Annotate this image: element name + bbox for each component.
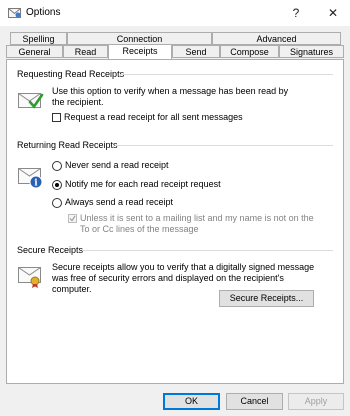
request-receipt-label[interactable]: Request a read receipt for all sent mess… [64,112,243,123]
cancel-button[interactable]: Cancel [226,393,283,410]
secure-receipts-button[interactable]: Secure Receipts... [219,290,314,307]
notify-label[interactable]: Notify me for each read receipt request [65,179,221,190]
envelope-secure-icon [18,265,44,291]
never-send-label[interactable]: Never send a read receipt [65,160,169,171]
requesting-separator [121,74,333,75]
unless-mailing-list-label[interactable]: Unless it is sent to a mailing list and … [80,213,318,235]
close-button[interactable]: ✕ [318,0,348,26]
tab-advanced[interactable]: Advanced [212,32,341,45]
envelope-info-icon: i [18,166,44,192]
unless-mailing-list-checkbox[interactable] [68,214,77,223]
tab-read[interactable]: Read [63,45,108,58]
tab-general[interactable]: General [6,45,63,58]
always-send-label[interactable]: Always send a read receipt [65,197,173,208]
envelope-app-icon [8,7,21,18]
returning-section-title: Returning Read Receipts [17,140,118,150]
svg-text:i: i [34,179,38,189]
notify-radio[interactable] [52,180,62,190]
tab-spelling[interactable]: Spelling [10,32,67,45]
tab-send[interactable]: Send [172,45,220,58]
always-send-radio[interactable] [52,198,62,208]
tab-compose[interactable]: Compose [220,45,279,58]
secure-section-title: Secure Receipts [17,245,84,255]
secure-separator [82,250,333,251]
request-receipt-checkbox[interactable] [52,113,61,122]
never-send-radio[interactable] [52,161,62,171]
requesting-description: Use this option to verify when a message… [52,86,289,107]
tab-receipts[interactable]: Receipts [108,44,172,59]
help-button[interactable]: ? [281,0,311,26]
returning-separator [115,145,333,146]
requesting-section-title: Requesting Read Receipts [17,69,125,79]
ok-button[interactable]: OK [163,393,220,410]
window-title: Options [26,7,61,18]
tab-signatures[interactable]: Signatures [279,45,344,58]
apply-button[interactable]: Apply [288,393,344,410]
envelope-check-icon [18,88,44,112]
